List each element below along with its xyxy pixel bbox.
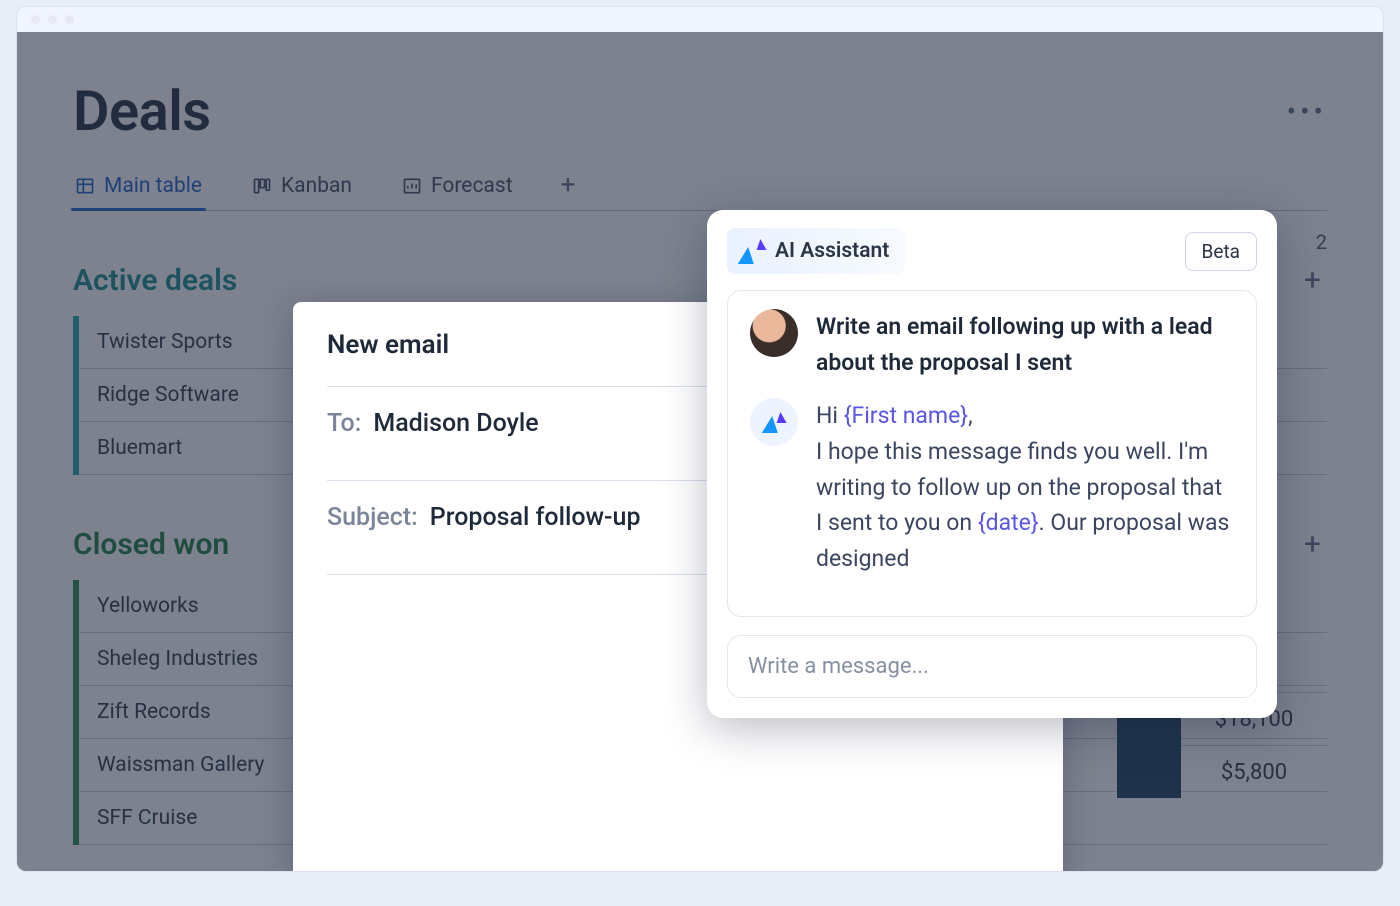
ai-text-part: , bbox=[968, 402, 973, 429]
subject-value: Proposal follow-up bbox=[430, 503, 641, 532]
ai-text-part: Hi bbox=[816, 402, 844, 429]
ai-assistant-label: AI Assistant bbox=[775, 239, 889, 263]
template-token: {First name} bbox=[844, 402, 968, 429]
window-dot bbox=[48, 15, 57, 24]
ai-message-input[interactable]: Write a message... bbox=[727, 635, 1257, 698]
ai-logo-icon bbox=[739, 238, 765, 264]
beta-badge: Beta bbox=[1185, 232, 1257, 271]
app-frame: Deals ••• Main table Kanban Forecast bbox=[16, 32, 1384, 872]
template-token: {date} bbox=[978, 509, 1039, 536]
ai-assistant-panel: AI Assistant Beta Write an email followi… bbox=[707, 210, 1277, 718]
ai-message-text: Hi {First name}, I hope this message fin… bbox=[816, 398, 1234, 576]
user-message: Write an email following up with a lead … bbox=[750, 309, 1234, 380]
ai-avatar bbox=[750, 398, 798, 446]
window-chrome bbox=[16, 6, 1384, 32]
ai-assistant-brand: AI Assistant bbox=[727, 228, 905, 274]
window-dot bbox=[31, 15, 40, 24]
ai-conversation-card: Write an email following up with a lead … bbox=[727, 290, 1257, 617]
ai-logo-icon bbox=[763, 411, 785, 433]
user-message-text: Write an email following up with a lead … bbox=[816, 309, 1234, 380]
subject-label: Subject: bbox=[327, 503, 418, 532]
user-avatar bbox=[750, 309, 798, 357]
to-value: Madison Doyle bbox=[373, 409, 538, 438]
to-label: To: bbox=[327, 409, 361, 438]
window-dot bbox=[65, 15, 74, 24]
ai-message: Hi {First name}, I hope this message fin… bbox=[750, 398, 1234, 576]
